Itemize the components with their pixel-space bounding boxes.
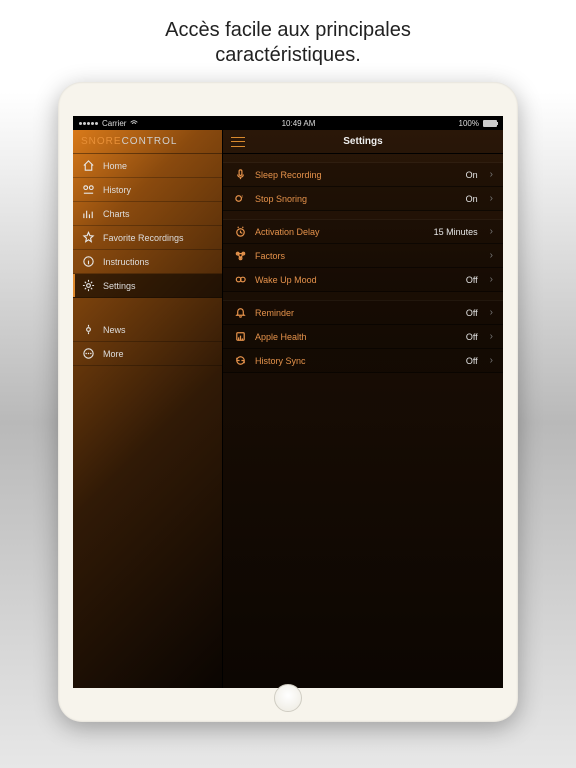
ipad-frame: Carrier 10:49 AM 100% SNORECONTROL [58, 82, 518, 722]
sidebar-item-label: Home [103, 161, 127, 171]
sidebar-item-label: Charts [103, 209, 130, 219]
charts-icon [81, 207, 95, 221]
row-label: Factors [255, 251, 285, 261]
bell-icon [233, 306, 247, 320]
sidebar-item-label: Favorite Recordings [103, 233, 184, 243]
chevron-right-icon: › [490, 355, 493, 366]
more-icon [81, 347, 95, 361]
row-value: Off [466, 275, 478, 285]
sidebar-item-label: Instructions [103, 257, 149, 267]
chevron-right-icon: › [490, 250, 493, 261]
sidebar-item-label: News [103, 325, 126, 335]
chevron-right-icon: › [490, 331, 493, 342]
battery-percent: 100% [459, 119, 479, 128]
history-icon [81, 183, 95, 197]
row-value: Off [466, 356, 478, 366]
brand-part1: SNORE [81, 136, 122, 147]
sidebar-item-instructions[interactable]: Instructions [73, 250, 222, 274]
wifi-icon [130, 119, 138, 127]
factors-icon [233, 249, 247, 263]
chevron-right-icon: › [490, 193, 493, 204]
app-brand: SNORECONTROL [73, 130, 222, 154]
chevron-right-icon: › [490, 169, 493, 180]
row-label: Activation Delay [255, 227, 320, 237]
sidebar-item-more[interactable]: More [73, 342, 222, 366]
screen: Carrier 10:49 AM 100% SNORECONTROL [73, 116, 503, 688]
row-label: Reminder [255, 308, 294, 318]
sidebar-item-label: Settings [103, 281, 136, 291]
mood-icon [233, 273, 247, 287]
chevron-right-icon: › [490, 274, 493, 285]
battery-icon [483, 120, 497, 127]
sidebar-item-label: More [103, 349, 124, 359]
settings-group-1: Sleep Recording On › z Stop Snoring On › [223, 162, 503, 211]
sidebar: SNORECONTROL Home History Charts [73, 130, 223, 688]
sidebar-gap [73, 298, 222, 318]
mic-icon [233, 168, 247, 182]
row-activation-delay[interactable]: Activation Delay 15 Minutes › [223, 220, 503, 244]
star-icon [81, 231, 95, 245]
row-value: On [466, 170, 478, 180]
ipad-home-button [274, 684, 302, 712]
promo-caption: Accès facile aux principales caractérist… [0, 0, 576, 82]
row-label: Apple Health [255, 332, 307, 342]
content-pane: Settings Sleep Recording On › z Stop Sno… [223, 130, 503, 688]
row-label: Sleep Recording [255, 170, 322, 180]
sidebar-item-label: History [103, 185, 131, 195]
sidebar-menu: Home History Charts Favorite Recordings [73, 154, 222, 366]
promo-line2: caractéristiques. [0, 43, 576, 68]
clock-icon [233, 225, 247, 239]
signal-icon [79, 122, 98, 125]
row-wake-up-mood[interactable]: Wake Up Mood Off › [223, 268, 503, 292]
sidebar-item-home[interactable]: Home [73, 154, 222, 178]
row-value: 15 Minutes [434, 227, 478, 237]
sidebar-item-settings[interactable]: Settings [73, 274, 222, 298]
row-apple-health[interactable]: Apple Health Off › [223, 325, 503, 349]
sync-icon [233, 354, 247, 368]
health-icon [233, 330, 247, 344]
content-header: Settings [223, 130, 503, 154]
row-label: History Sync [255, 356, 306, 366]
brand-part2: CONTROL [122, 136, 178, 147]
carrier-label: Carrier [102, 119, 126, 128]
row-value: Off [466, 332, 478, 342]
app-body: SNORECONTROL Home History Charts [73, 130, 503, 688]
chevron-right-icon: › [490, 307, 493, 318]
sidebar-item-favorites[interactable]: Favorite Recordings [73, 226, 222, 250]
zzz-icon: z [233, 192, 247, 206]
row-factors[interactable]: Factors › [223, 244, 503, 268]
row-value: On [466, 194, 478, 204]
gear-icon [81, 279, 95, 293]
sidebar-item-history[interactable]: History [73, 178, 222, 202]
row-stop-snoring[interactable]: z Stop Snoring On › [223, 187, 503, 211]
svg-text:z: z [241, 195, 243, 199]
settings-group-2: Activation Delay 15 Minutes › Factors › [223, 219, 503, 292]
home-icon [81, 159, 95, 173]
row-label: Stop Snoring [255, 194, 307, 204]
row-sleep-recording[interactable]: Sleep Recording On › [223, 163, 503, 187]
row-value: Off [466, 308, 478, 318]
row-reminder[interactable]: Reminder Off › [223, 301, 503, 325]
info-icon [81, 255, 95, 269]
status-time: 10:49 AM [282, 119, 316, 128]
menu-button[interactable] [231, 137, 245, 147]
chevron-right-icon: › [490, 226, 493, 237]
promo-line1: Accès facile aux principales [0, 18, 576, 43]
page-title: Settings [343, 136, 382, 147]
settings-group-3: Reminder Off › Apple Health Off › [223, 300, 503, 373]
status-bar: Carrier 10:49 AM 100% [73, 116, 503, 130]
row-label: Wake Up Mood [255, 275, 317, 285]
sidebar-item-news[interactable]: News [73, 318, 222, 342]
row-history-sync[interactable]: History Sync Off › [223, 349, 503, 373]
news-icon [81, 323, 95, 337]
sidebar-item-charts[interactable]: Charts [73, 202, 222, 226]
